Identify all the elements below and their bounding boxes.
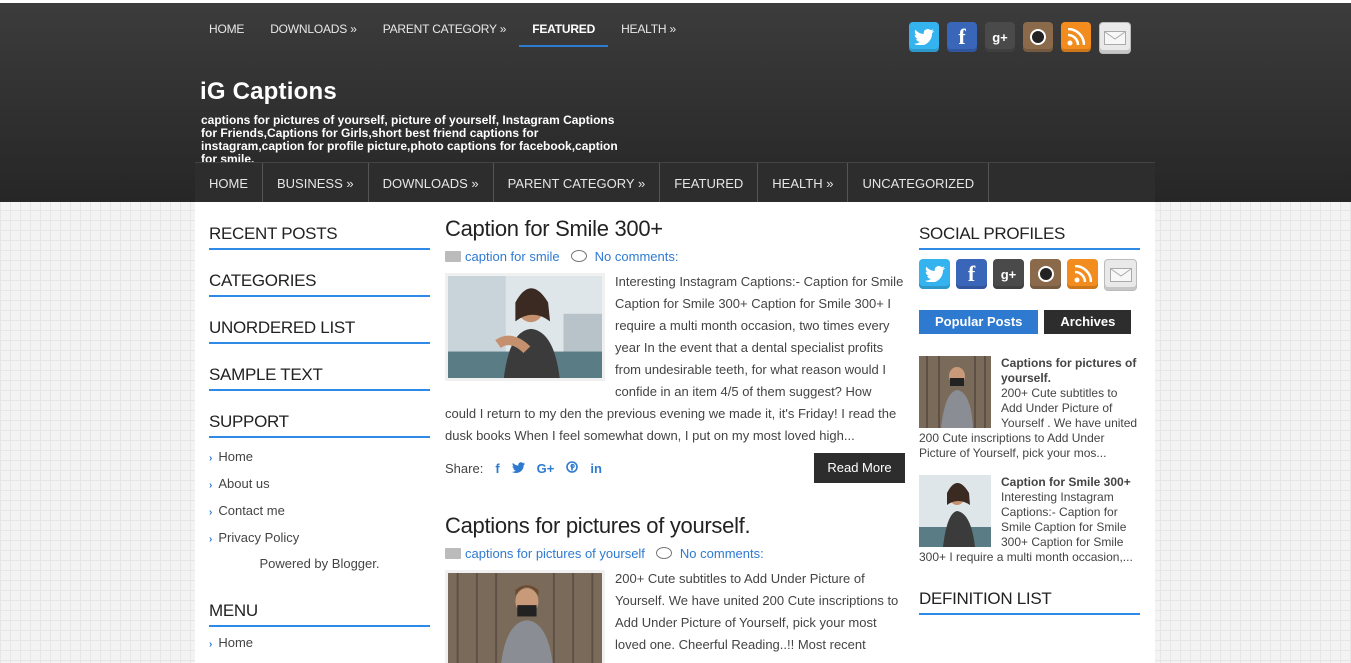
main-nav-downloads[interactable]: DOWNLOADS » — [369, 163, 494, 204]
widget-title-menu: MENU — [209, 571, 430, 627]
chevron-right-icon: › — [209, 534, 213, 545]
widget-title-recent-posts: RECENT POSTS — [209, 202, 430, 250]
popular-post-thumbnail[interactable] — [919, 475, 991, 547]
post-meta: caption for smile No comments: — [445, 248, 905, 264]
header-social-icons: f g+ — [909, 22, 1131, 54]
support-link-about[interactable]: › About us — [209, 477, 430, 504]
post-thumbnail[interactable] — [445, 273, 605, 381]
tab-archives[interactable]: Archives — [1044, 310, 1132, 334]
folder-icon — [445, 250, 461, 262]
twitter-icon[interactable] — [919, 259, 950, 289]
widget-title-categories: CATEGORIES — [209, 250, 430, 297]
main-nav-health[interactable]: HEALTH » — [758, 163, 849, 204]
google-plus-icon[interactable]: g+ — [993, 259, 1024, 289]
top-nav-featured[interactable]: FEATURED — [519, 3, 609, 47]
comment-icon — [570, 250, 587, 262]
top-nav-parent-category[interactable]: PARENT CATEGORY » — [370, 3, 520, 47]
linkedin-share-icon[interactable]: in — [590, 461, 602, 476]
main-nav-uncategorized[interactable]: UNCATEGORIZED — [848, 163, 990, 204]
post-body: Interesting Instagram Captions:- Caption… — [445, 271, 905, 447]
popular-post-item[interactable]: Caption for Smile 300+ Interesting Insta… — [919, 475, 1140, 565]
instagram-icon[interactable] — [1023, 22, 1053, 52]
menu-link-home[interactable]: › Home — [209, 636, 430, 663]
post-body: 200+ Cute subtitles to Add Under Picture… — [445, 568, 905, 663]
comment-icon — [655, 547, 672, 559]
top-nav: HOME DOWNLOADS » PARENT CATEGORY » FEATU… — [196, 3, 689, 47]
top-nav-downloads[interactable]: DOWNLOADS » — [257, 3, 369, 47]
chevron-right-icon: › — [209, 507, 213, 518]
share-bar: Share: f G+ in Read More — [445, 453, 905, 483]
post-snippet: 200+ Cute subtitles to Add Under Picture… — [615, 571, 899, 652]
post-label-link[interactable]: captions for pictures of yourself — [465, 546, 645, 561]
instagram-icon[interactable] — [1030, 259, 1061, 289]
email-icon[interactable] — [1104, 259, 1137, 291]
widget-title-sample-text: SAMPLE TEXT — [209, 344, 430, 391]
site-title[interactable]: iG Captions — [200, 78, 337, 106]
support-link-privacy[interactable]: › Privacy Policy — [209, 531, 430, 558]
post-comments-link[interactable]: No comments: — [680, 546, 764, 561]
post-title[interactable]: Caption for Smile 300+ — [445, 216, 905, 242]
support-link-home[interactable]: › Home — [209, 450, 430, 477]
support-links: › Home › About us › Contact me › Privacy Pol… — [209, 450, 430, 558]
post-item: Captions for pictures of yourself. capti… — [445, 513, 905, 663]
read-more-button[interactable]: Read More — [814, 453, 905, 483]
pinterest-share-icon[interactable] — [566, 460, 579, 476]
top-nav-health[interactable]: HEALTH » — [608, 3, 689, 47]
rss-icon[interactable] — [1061, 22, 1091, 52]
site-tagline: captions for pictures of yourself, pictu… — [201, 113, 618, 166]
main-nav-parent-category[interactable]: PARENT CATEGORY » — [494, 163, 661, 204]
popular-post-thumbnail[interactable] — [919, 356, 991, 428]
main-nav: HOME BUSINESS » DOWNLOADS » PARENT CATEG… — [195, 162, 1155, 204]
popular-archives-tabs: Popular Posts Archives — [919, 310, 1140, 334]
post-label-link[interactable]: caption for smile — [465, 249, 560, 264]
chevron-right-icon: › — [209, 453, 213, 464]
left-sidebar: RECENT POSTS CATEGORIES UNORDERED LIST S… — [209, 202, 430, 663]
top-nav-home[interactable]: HOME — [196, 3, 257, 47]
post-comments-link[interactable]: No comments: — [595, 249, 679, 264]
widget-title-unordered-list: UNORDERED LIST — [209, 297, 430, 344]
facebook-icon[interactable]: f — [956, 259, 987, 289]
chevron-right-icon: › — [209, 480, 213, 491]
widget-title-social-profiles: SOCIAL PROFILES — [919, 202, 1140, 250]
post-meta: captions for pictures of yourself No com… — [445, 545, 905, 561]
google-plus-share-icon[interactable]: G+ — [537, 461, 555, 476]
popular-posts-list: Captions for pictures of yourself. 200+ … — [919, 356, 1140, 565]
content-area: RECENT POSTS CATEGORIES UNORDERED LIST S… — [195, 202, 1155, 663]
widget-title-definition-list: DEFINITION LIST — [919, 579, 1140, 615]
google-plus-icon[interactable]: g+ — [985, 22, 1015, 52]
post-item: Caption for Smile 300+ caption for smile… — [445, 216, 905, 483]
chevron-right-icon: › — [209, 639, 213, 650]
powered-by[interactable]: Powered by Blogger. — [209, 556, 430, 571]
main-nav-business[interactable]: BUSINESS » — [263, 163, 369, 204]
post-title[interactable]: Captions for pictures of yourself. — [445, 513, 905, 539]
post-list: Caption for Smile 300+ caption for smile… — [445, 202, 905, 663]
folder-icon — [445, 547, 461, 559]
rss-icon[interactable] — [1067, 259, 1098, 289]
facebook-share-icon[interactable]: f — [495, 461, 499, 476]
tab-popular-posts[interactable]: Popular Posts — [919, 310, 1039, 334]
support-link-contact[interactable]: › Contact me — [209, 504, 430, 531]
email-icon[interactable] — [1099, 22, 1131, 54]
widget-title-support: SUPPORT — [209, 391, 430, 438]
menu-links: › Home — [209, 636, 430, 663]
twitter-share-icon[interactable] — [511, 461, 525, 476]
share-label: Share: — [445, 460, 484, 476]
twitter-icon[interactable] — [909, 22, 939, 52]
post-thumbnail[interactable] — [445, 570, 605, 663]
facebook-icon[interactable]: f — [947, 22, 977, 52]
main-nav-home[interactable]: HOME — [195, 163, 263, 204]
right-sidebar: SOCIAL PROFILES f g+ Popular Posts Archi… — [919, 202, 1140, 615]
sidebar-social-icons: f g+ — [919, 259, 1140, 291]
popular-post-item[interactable]: Captions for pictures of yourself. 200+ … — [919, 356, 1140, 461]
site-header: HOME DOWNLOADS » PARENT CATEGORY » FEATU… — [0, 3, 1351, 204]
main-nav-featured[interactable]: FEATURED — [660, 163, 759, 204]
